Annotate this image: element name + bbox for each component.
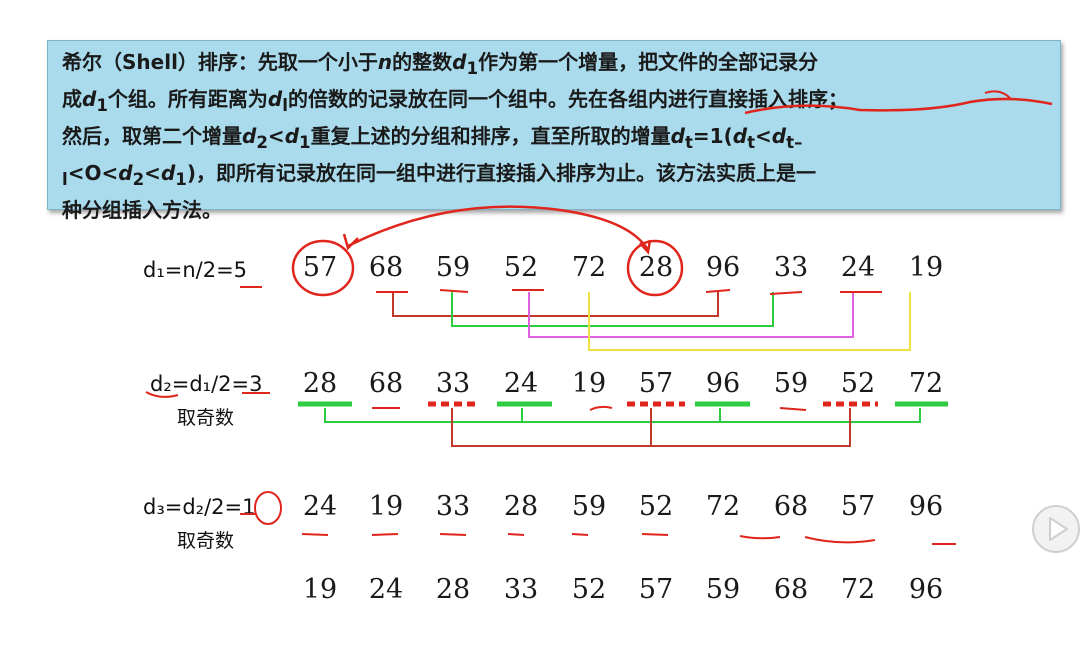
step2-value: 68: [368, 368, 404, 399]
step1-value: 57: [302, 252, 338, 283]
description-box: 希尔（Shell）排序：先取一个小于n的整数d1作为第一个增量，把文件的全部记录…: [47, 40, 1061, 222]
play-icon: [1032, 505, 1080, 553]
step1-underlines: [240, 286, 882, 295]
step3-value: 96: [908, 491, 944, 522]
play-button[interactable]: [1030, 503, 1082, 555]
step1-groups: [392, 292, 911, 351]
step3-value: 57: [840, 491, 876, 522]
step3-sublabel: 取奇数: [177, 530, 235, 552]
step3-value: 33: [435, 491, 471, 522]
step1-value: 28: [638, 252, 674, 283]
step1-value: 19: [908, 252, 944, 283]
step1-value: 96: [705, 252, 741, 283]
final-value: 59: [705, 574, 741, 605]
step3-value: 28: [503, 491, 539, 522]
final-value: 57: [638, 574, 674, 605]
step1-value: 24: [840, 252, 876, 283]
final-value: 33: [503, 574, 539, 605]
step2-sublabel: 取奇数: [177, 407, 235, 429]
final-value: 96: [908, 574, 944, 605]
step1-value: 52: [503, 252, 539, 283]
step1-value: 59: [435, 252, 471, 283]
step3-underlines: [301, 533, 956, 545]
step2-value: 52: [840, 368, 876, 399]
final-value: 28: [435, 574, 471, 605]
step2-value: 28: [302, 368, 338, 399]
final-value: 52: [571, 574, 607, 605]
step2-value: 33: [435, 368, 471, 399]
step2-value: 72: [908, 368, 944, 399]
step1-value: 68: [368, 252, 404, 283]
description-text: 希尔（Shell）排序：先取一个小于n的整数d1作为第一个增量，把文件的全部记录…: [62, 50, 848, 222]
step3-value: 24: [302, 491, 338, 522]
final-value: 72: [840, 574, 876, 605]
step2-value: 59: [773, 368, 809, 399]
step3-value: 52: [638, 491, 674, 522]
step2-value: 96: [705, 368, 741, 399]
step1-value: 72: [571, 252, 607, 283]
step1-label: d₁=n/2=5: [143, 258, 248, 282]
step2-label: d₂=d₁/2=3: [150, 372, 263, 396]
step3-value: 59: [571, 491, 607, 522]
step2-value: 19: [571, 368, 607, 399]
step3-value: 19: [368, 491, 404, 522]
step2-groups: [324, 408, 921, 447]
final-value: 68: [773, 574, 809, 605]
step2-value: 57: [638, 368, 674, 399]
final-value: 19: [302, 574, 338, 605]
step2-underlines: [372, 405, 807, 411]
step3-value: 72: [705, 491, 741, 522]
step3-label: d₃=d₂/2=1: [143, 495, 256, 519]
step3-value: 68: [773, 491, 809, 522]
step2-value: 24: [503, 368, 539, 399]
final-value: 24: [368, 574, 404, 605]
step1-value: 33: [773, 252, 809, 283]
circle-1: [254, 491, 282, 525]
